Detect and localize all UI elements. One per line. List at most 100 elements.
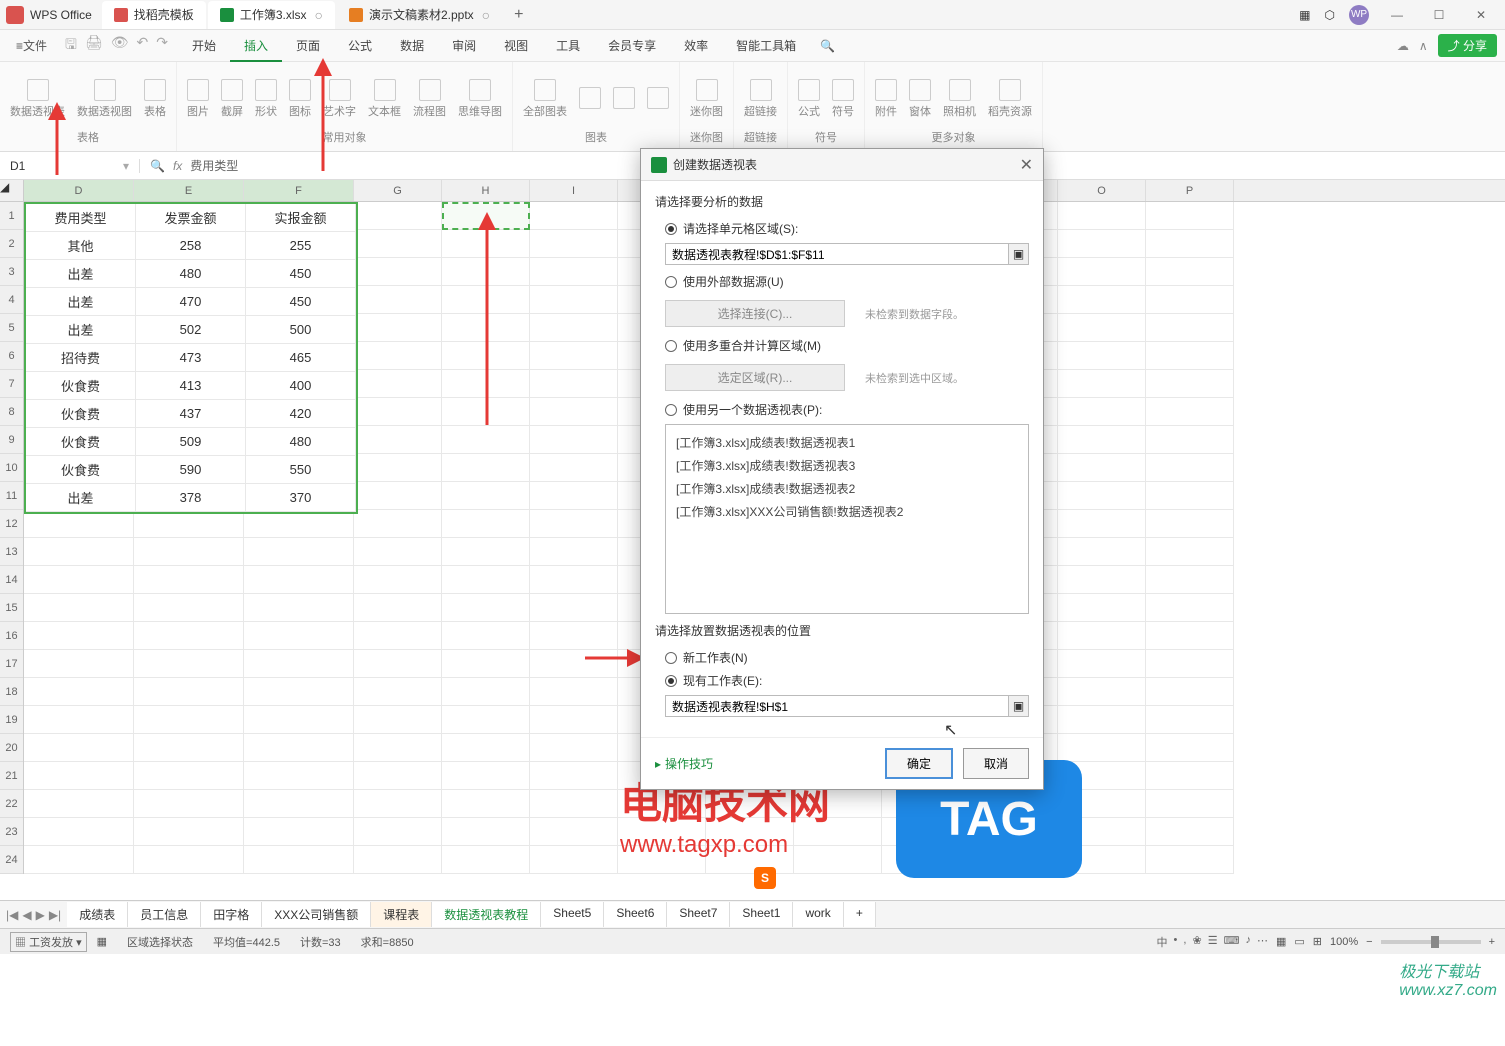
- cell[interactable]: [134, 566, 244, 594]
- cell[interactable]: [24, 762, 134, 790]
- cell[interactable]: [1058, 734, 1146, 762]
- save-icon[interactable]: 🖫: [65, 34, 77, 58]
- cell[interactable]: [530, 230, 618, 258]
- ribbon-button[interactable]: [613, 87, 635, 111]
- cell[interactable]: [354, 482, 442, 510]
- cell[interactable]: 480: [246, 428, 356, 456]
- list-item[interactable]: [工作簿3.xlsx]成绩表!数据透视表3: [672, 454, 1022, 477]
- cell[interactable]: [134, 846, 244, 874]
- cell[interactable]: [134, 622, 244, 650]
- cell[interactable]: 502: [136, 316, 246, 344]
- ribbon-button[interactable]: [647, 87, 669, 111]
- sheet-nav-button[interactable]: ◀: [22, 908, 31, 922]
- cell[interactable]: [244, 678, 354, 706]
- cell[interactable]: 出差: [26, 288, 136, 316]
- cell[interactable]: 255: [246, 232, 356, 260]
- cell[interactable]: [1058, 342, 1146, 370]
- row-header[interactable]: 16: [0, 622, 23, 650]
- list-item[interactable]: [工作簿3.xlsx]XXX公司销售额!数据透视表2: [672, 500, 1022, 523]
- cell[interactable]: [244, 622, 354, 650]
- cell[interactable]: [24, 846, 134, 874]
- cell[interactable]: [530, 622, 618, 650]
- minimize-button[interactable]: —: [1383, 1, 1411, 29]
- zoom-slider[interactable]: [1381, 940, 1481, 944]
- cell[interactable]: [354, 370, 442, 398]
- cell[interactable]: [244, 762, 354, 790]
- cell[interactable]: [354, 566, 442, 594]
- ribbon-button[interactable]: 超链接: [744, 79, 777, 119]
- cell[interactable]: 590: [136, 456, 246, 484]
- column-header[interactable]: E: [134, 180, 244, 201]
- ribbon-button[interactable]: 公式: [798, 79, 820, 119]
- sheet-nav-button[interactable]: ▶|: [49, 908, 61, 922]
- cell[interactable]: 465: [246, 344, 356, 372]
- cell[interactable]: 招待费: [26, 344, 136, 372]
- ime-icon[interactable]: ⌨: [1224, 934, 1240, 950]
- cell[interactable]: [530, 286, 618, 314]
- sheet-nav-button[interactable]: |◀: [6, 908, 18, 922]
- cell[interactable]: 出差: [26, 484, 136, 512]
- cell[interactable]: [134, 594, 244, 622]
- cell[interactable]: [134, 706, 244, 734]
- cell[interactable]: [1146, 678, 1234, 706]
- maximize-button[interactable]: ☐: [1425, 1, 1453, 29]
- cell[interactable]: [1058, 510, 1146, 538]
- cell[interactable]: [1146, 566, 1234, 594]
- cell[interactable]: [1058, 258, 1146, 286]
- cell[interactable]: [354, 510, 442, 538]
- search-icon[interactable]: 🔍: [820, 39, 835, 53]
- cell[interactable]: [1146, 818, 1234, 846]
- cell[interactable]: [530, 566, 618, 594]
- cell[interactable]: [354, 230, 442, 258]
- cell[interactable]: [354, 398, 442, 426]
- cell[interactable]: 413: [136, 372, 246, 400]
- cell[interactable]: 伙食费: [26, 400, 136, 428]
- ribbon-button[interactable]: 流程图: [413, 79, 446, 119]
- cell[interactable]: [134, 678, 244, 706]
- cell[interactable]: [442, 594, 530, 622]
- sheet-tab[interactable]: Sheet5: [541, 902, 604, 927]
- cell[interactable]: [24, 818, 134, 846]
- cell[interactable]: 420: [246, 400, 356, 428]
- cell[interactable]: [1058, 314, 1146, 342]
- ribbon-button[interactable]: 全部图表: [523, 79, 567, 119]
- row-header[interactable]: 7: [0, 370, 23, 398]
- cell[interactable]: 其他: [26, 232, 136, 260]
- cell[interactable]: [354, 762, 442, 790]
- cell[interactable]: [244, 650, 354, 678]
- cell[interactable]: [442, 538, 530, 566]
- cell[interactable]: [530, 762, 618, 790]
- cell[interactable]: 550: [246, 456, 356, 484]
- cell[interactable]: [134, 818, 244, 846]
- row-header[interactable]: 18: [0, 678, 23, 706]
- cell[interactable]: [442, 790, 530, 818]
- cell[interactable]: [354, 790, 442, 818]
- menu-效率[interactable]: 效率: [670, 30, 722, 62]
- cell[interactable]: 370: [246, 484, 356, 512]
- row-header[interactable]: 19: [0, 706, 23, 734]
- cell[interactable]: [530, 678, 618, 706]
- cell[interactable]: [442, 846, 530, 874]
- cell[interactable]: 470: [136, 288, 246, 316]
- cell[interactable]: [1058, 650, 1146, 678]
- ribbon-button[interactable]: 形状: [255, 79, 277, 119]
- cell[interactable]: [1146, 510, 1234, 538]
- cell[interactable]: [442, 706, 530, 734]
- ribbon-button[interactable]: 文本框: [368, 79, 401, 119]
- cell[interactable]: [530, 510, 618, 538]
- cell[interactable]: [244, 594, 354, 622]
- cell[interactable]: [1146, 202, 1234, 230]
- ribbon-button[interactable]: 符号: [832, 79, 854, 119]
- row-header[interactable]: 6: [0, 342, 23, 370]
- cell[interactable]: 伙食费: [26, 428, 136, 456]
- cell[interactable]: 出差: [26, 260, 136, 288]
- cell[interactable]: [244, 510, 354, 538]
- sheet-tab[interactable]: 员工信息: [128, 902, 201, 927]
- column-header[interactable]: G: [354, 180, 442, 201]
- cell[interactable]: [24, 650, 134, 678]
- cell[interactable]: [1058, 594, 1146, 622]
- cell[interactable]: [442, 678, 530, 706]
- cell[interactable]: [1146, 482, 1234, 510]
- cloud-icon[interactable]: ☁: [1397, 39, 1409, 53]
- cell[interactable]: [1058, 230, 1146, 258]
